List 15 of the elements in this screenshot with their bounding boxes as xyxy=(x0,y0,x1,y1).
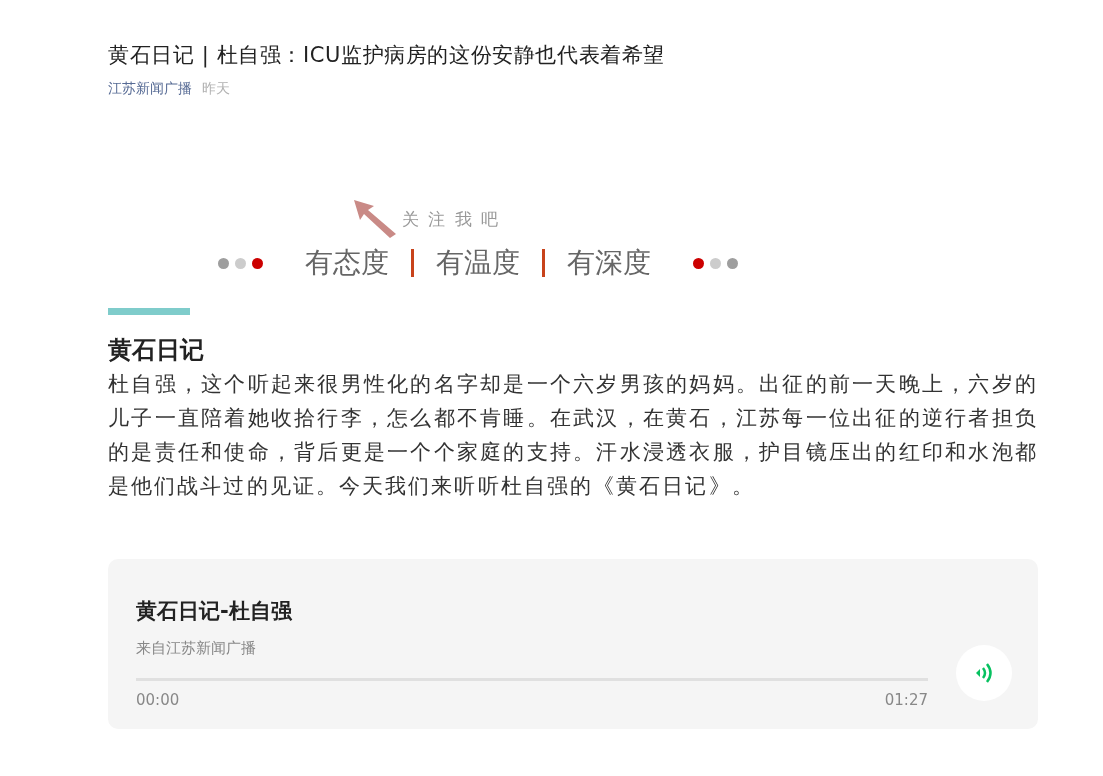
source-link[interactable]: 江苏新闻广播 xyxy=(108,80,192,98)
audio-source: 来自江苏新闻广播 xyxy=(136,639,257,658)
duration: 01:27 xyxy=(884,691,928,709)
sound-icon xyxy=(974,662,994,684)
arrow-icon xyxy=(352,198,398,240)
current-time: 00:00 xyxy=(136,691,180,709)
section-paragraph: 杜自强，这个听起来很男性化的名字却是一个六岁男孩的妈妈。出征的前一天晚上，六岁的儿子一直陪着她收拾行李，怎么都不肯睡。在武汉，在黄石，江苏每一位出征的逆行者担负的是责任和使命，背后更是一个个家庭的支持。汗水浸透衣服，护目镜压出的红印和水泡都是他们战斗过的见证。今天我们来听听杜自强的《黄石日记》。 xyxy=(108,371,1038,500)
slogan-text: 有态度 xyxy=(305,245,389,281)
article-title: 黄石日记 | 杜自强：ICU监护病房的这份安静也代表着希望 xyxy=(108,42,667,70)
section-heading: 黄石日记 xyxy=(108,335,205,366)
publish-time: 昨天 xyxy=(202,80,230,98)
audio-title: 黄石日记-杜自强 xyxy=(136,598,293,625)
follow-text: 关 注 我 吧 xyxy=(402,207,501,231)
slogan-text: 有深度 xyxy=(567,245,651,281)
slogan-text: 有温度 xyxy=(436,245,520,281)
